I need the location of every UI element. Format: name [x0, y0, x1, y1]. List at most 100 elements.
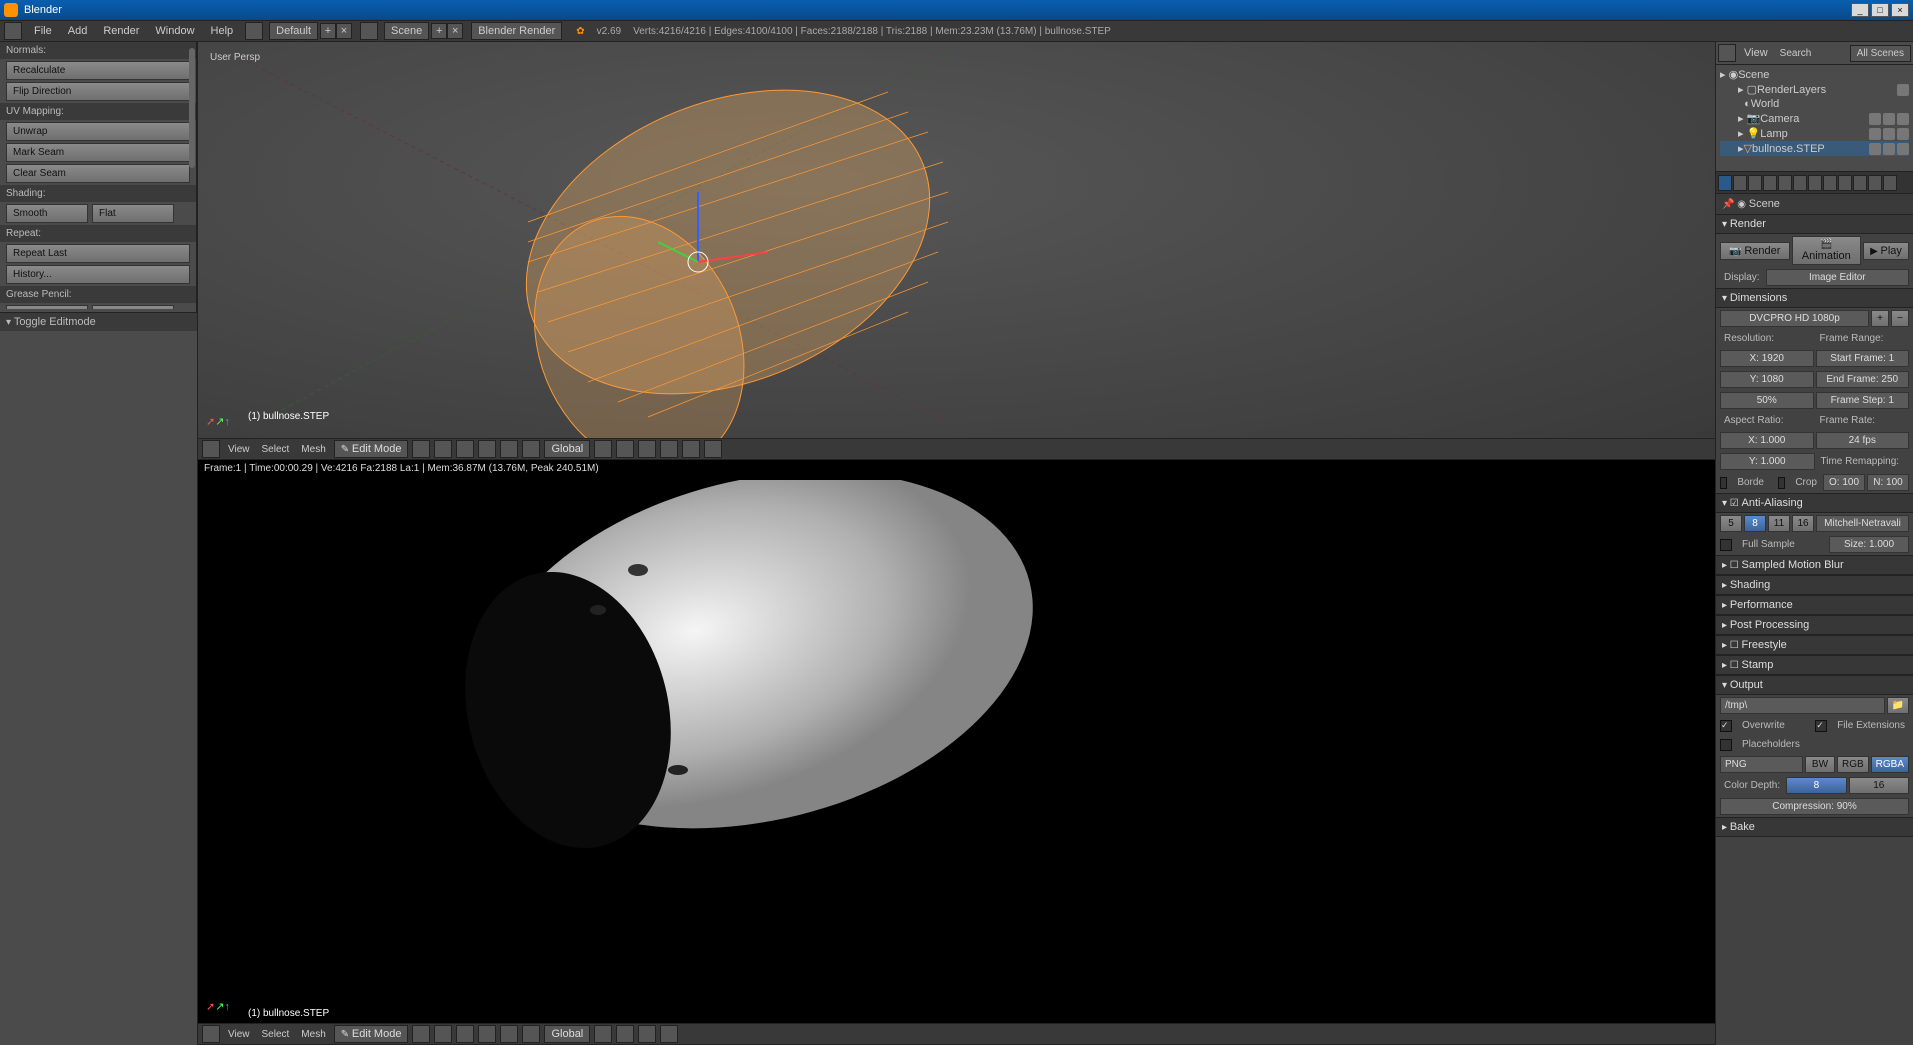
render-icon[interactable] — [1897, 143, 1909, 155]
snap-icon[interactable] — [594, 1025, 612, 1043]
res-pct-field[interactable]: 50% — [1720, 392, 1814, 409]
shading-solid-icon[interactable] — [412, 440, 430, 458]
outliner-scene-row[interactable]: ▸ ◉ Scene — [1720, 67, 1909, 82]
renderlayers-context-icon[interactable] — [1733, 175, 1747, 191]
draw-button[interactable]: Draw — [6, 305, 88, 309]
placeholders-checkbox[interactable] — [1720, 739, 1732, 751]
screen-layout-dropdown[interactable]: Default — [269, 22, 318, 40]
fps-dropdown[interactable]: 24 fps — [1816, 432, 1910, 449]
end-frame-field[interactable]: End Frame: 250 — [1816, 371, 1910, 388]
object-context-icon[interactable] — [1778, 175, 1792, 191]
copy-icon[interactable] — [638, 1025, 656, 1043]
aa-panel-head[interactable]: ▾ ☑ Anti-Aliasing — [1716, 493, 1913, 513]
depth-16-button[interactable]: 16 — [1849, 777, 1909, 794]
scene-dropdown[interactable]: Scene — [384, 22, 429, 40]
add-layout-button[interactable]: + — [320, 23, 336, 39]
select-menu[interactable]: Select — [258, 1029, 294, 1040]
cursor-icon[interactable] — [1883, 143, 1895, 155]
operator-panel-header[interactable]: ▾ Toggle Editmode — [0, 312, 197, 331]
menu-file[interactable]: File — [26, 25, 60, 37]
browse-folder-icon[interactable]: 📁 — [1887, 697, 1909, 714]
dimensions-panel-head[interactable]: ▾ Dimensions — [1716, 288, 1913, 308]
post-panel-head[interactable]: ▸ Post Processing — [1716, 615, 1913, 635]
play-button[interactable]: ▶ Play — [1863, 242, 1909, 260]
crop-checkbox[interactable] — [1778, 477, 1785, 489]
aa-filter-dropdown[interactable]: Mitchell-Netravali — [1816, 515, 1909, 532]
maximize-button[interactable]: □ — [1871, 3, 1889, 17]
bw-button[interactable]: BW — [1805, 756, 1835, 773]
format-dropdown[interactable]: PNG — [1720, 756, 1803, 773]
orientation-dropdown[interactable]: Global — [544, 1025, 590, 1043]
toolshelf-scrollbar[interactable] — [189, 48, 195, 168]
output-panel-head[interactable]: ▾ Output — [1716, 675, 1913, 695]
res-x-field[interactable]: X: 1920 — [1720, 350, 1814, 367]
render-icon[interactable] — [1897, 113, 1909, 125]
smooth-button[interactable]: Smooth — [6, 204, 88, 223]
new-map-field[interactable]: N: 100 — [1867, 474, 1909, 491]
res-y-field[interactable]: Y: 1080 — [1720, 371, 1814, 388]
delete-layout-button[interactable]: × — [336, 23, 352, 39]
editor-type-icon[interactable] — [4, 22, 22, 40]
physics-context-icon[interactable] — [1883, 175, 1897, 191]
paste-icon[interactable] — [704, 440, 722, 458]
display-dropdown[interactable]: Image Editor — [1766, 269, 1909, 286]
layer-buttons[interactable] — [594, 440, 612, 458]
mesh-menu[interactable]: Mesh — [297, 1029, 329, 1040]
editor-type-icon[interactable] — [1718, 44, 1736, 62]
aa-11-button[interactable]: 11 — [1768, 515, 1790, 532]
sel-face-icon[interactable] — [500, 440, 518, 458]
editor-type-icon[interactable] — [202, 1025, 220, 1043]
freestyle-panel-head[interactable]: ▸ ☐ Freestyle — [1716, 635, 1913, 655]
sel-edge-icon[interactable] — [478, 1025, 496, 1043]
menu-render[interactable]: Render — [95, 25, 147, 37]
pivot-icon[interactable] — [434, 440, 452, 458]
output-path-field[interactable]: /tmp\ — [1720, 697, 1885, 714]
render-border-icon[interactable] — [660, 440, 678, 458]
menu-add[interactable]: Add — [60, 25, 96, 37]
snap-icon[interactable] — [616, 440, 634, 458]
mesh-menu[interactable]: Mesh — [297, 444, 329, 455]
full-sample-checkbox[interactable] — [1720, 539, 1732, 551]
repeat-last-button[interactable]: Repeat Last — [6, 244, 190, 263]
aspect-x-field[interactable]: X: 1.000 — [1720, 432, 1814, 449]
outliner-renderlayers-row[interactable]: ▸ ▢ RenderLayers — [1720, 82, 1909, 97]
menu-help[interactable]: Help — [203, 25, 242, 37]
line-button[interactable]: Line — [92, 305, 174, 309]
proportional-icon[interactable] — [616, 1025, 634, 1043]
animation-button[interactable]: 🎬 Animation — [1792, 236, 1862, 265]
bake-panel-head[interactable]: ▸ Bake — [1716, 817, 1913, 837]
preset-remove-button[interactable]: − — [1891, 310, 1909, 327]
render-icon[interactable] — [1897, 128, 1909, 140]
sel-edge-icon[interactable] — [478, 440, 496, 458]
proportional-icon[interactable] — [638, 440, 656, 458]
flat-button[interactable]: Flat — [92, 204, 174, 223]
orientation-dropdown[interactable]: Global — [544, 440, 590, 458]
frame-step-field[interactable]: Frame Step: 1 — [1816, 392, 1910, 409]
start-frame-field[interactable]: Start Frame: 1 — [1816, 350, 1910, 367]
image-editor[interactable]: Frame:1 | Time:00:00.29 | Ve:4216 Fa:218… — [198, 460, 1715, 1023]
performance-panel-head[interactable]: ▸ Performance — [1716, 595, 1913, 615]
preset-dropdown[interactable]: DVCPRO HD 1080p — [1720, 310, 1869, 327]
constraints-context-icon[interactable] — [1793, 175, 1807, 191]
scene-context-icon[interactable] — [1748, 175, 1762, 191]
eye-icon[interactable] — [1869, 143, 1881, 155]
unwrap-button[interactable]: Unwrap — [6, 122, 190, 141]
menu-window[interactable]: Window — [147, 25, 202, 37]
rgb-button[interactable]: RGB — [1837, 756, 1869, 773]
eye-icon[interactable] — [1869, 128, 1881, 140]
outliner-world-row[interactable]: ◐ World — [1720, 97, 1909, 111]
outliner-view-menu[interactable]: View — [1738, 45, 1774, 61]
3d-viewport[interactable]: User Persp — [198, 42, 1715, 438]
shading-panel-head[interactable]: ▸ Shading — [1716, 575, 1913, 595]
render-panel-head[interactable]: ▾ Render — [1716, 214, 1913, 234]
screen-browse-icon[interactable] — [245, 22, 263, 40]
render-engine-dropdown[interactable]: Blender Render — [471, 22, 562, 40]
aspect-y-field[interactable]: Y: 1.000 — [1720, 453, 1815, 470]
occlude-icon[interactable] — [522, 440, 540, 458]
copy-icon[interactable] — [682, 440, 700, 458]
sel-face-icon[interactable] — [500, 1025, 518, 1043]
minimize-button[interactable]: _ — [1851, 3, 1869, 17]
editor-type-icon[interactable] — [202, 440, 220, 458]
history-button[interactable]: History... — [6, 265, 190, 284]
modifiers-context-icon[interactable] — [1808, 175, 1822, 191]
